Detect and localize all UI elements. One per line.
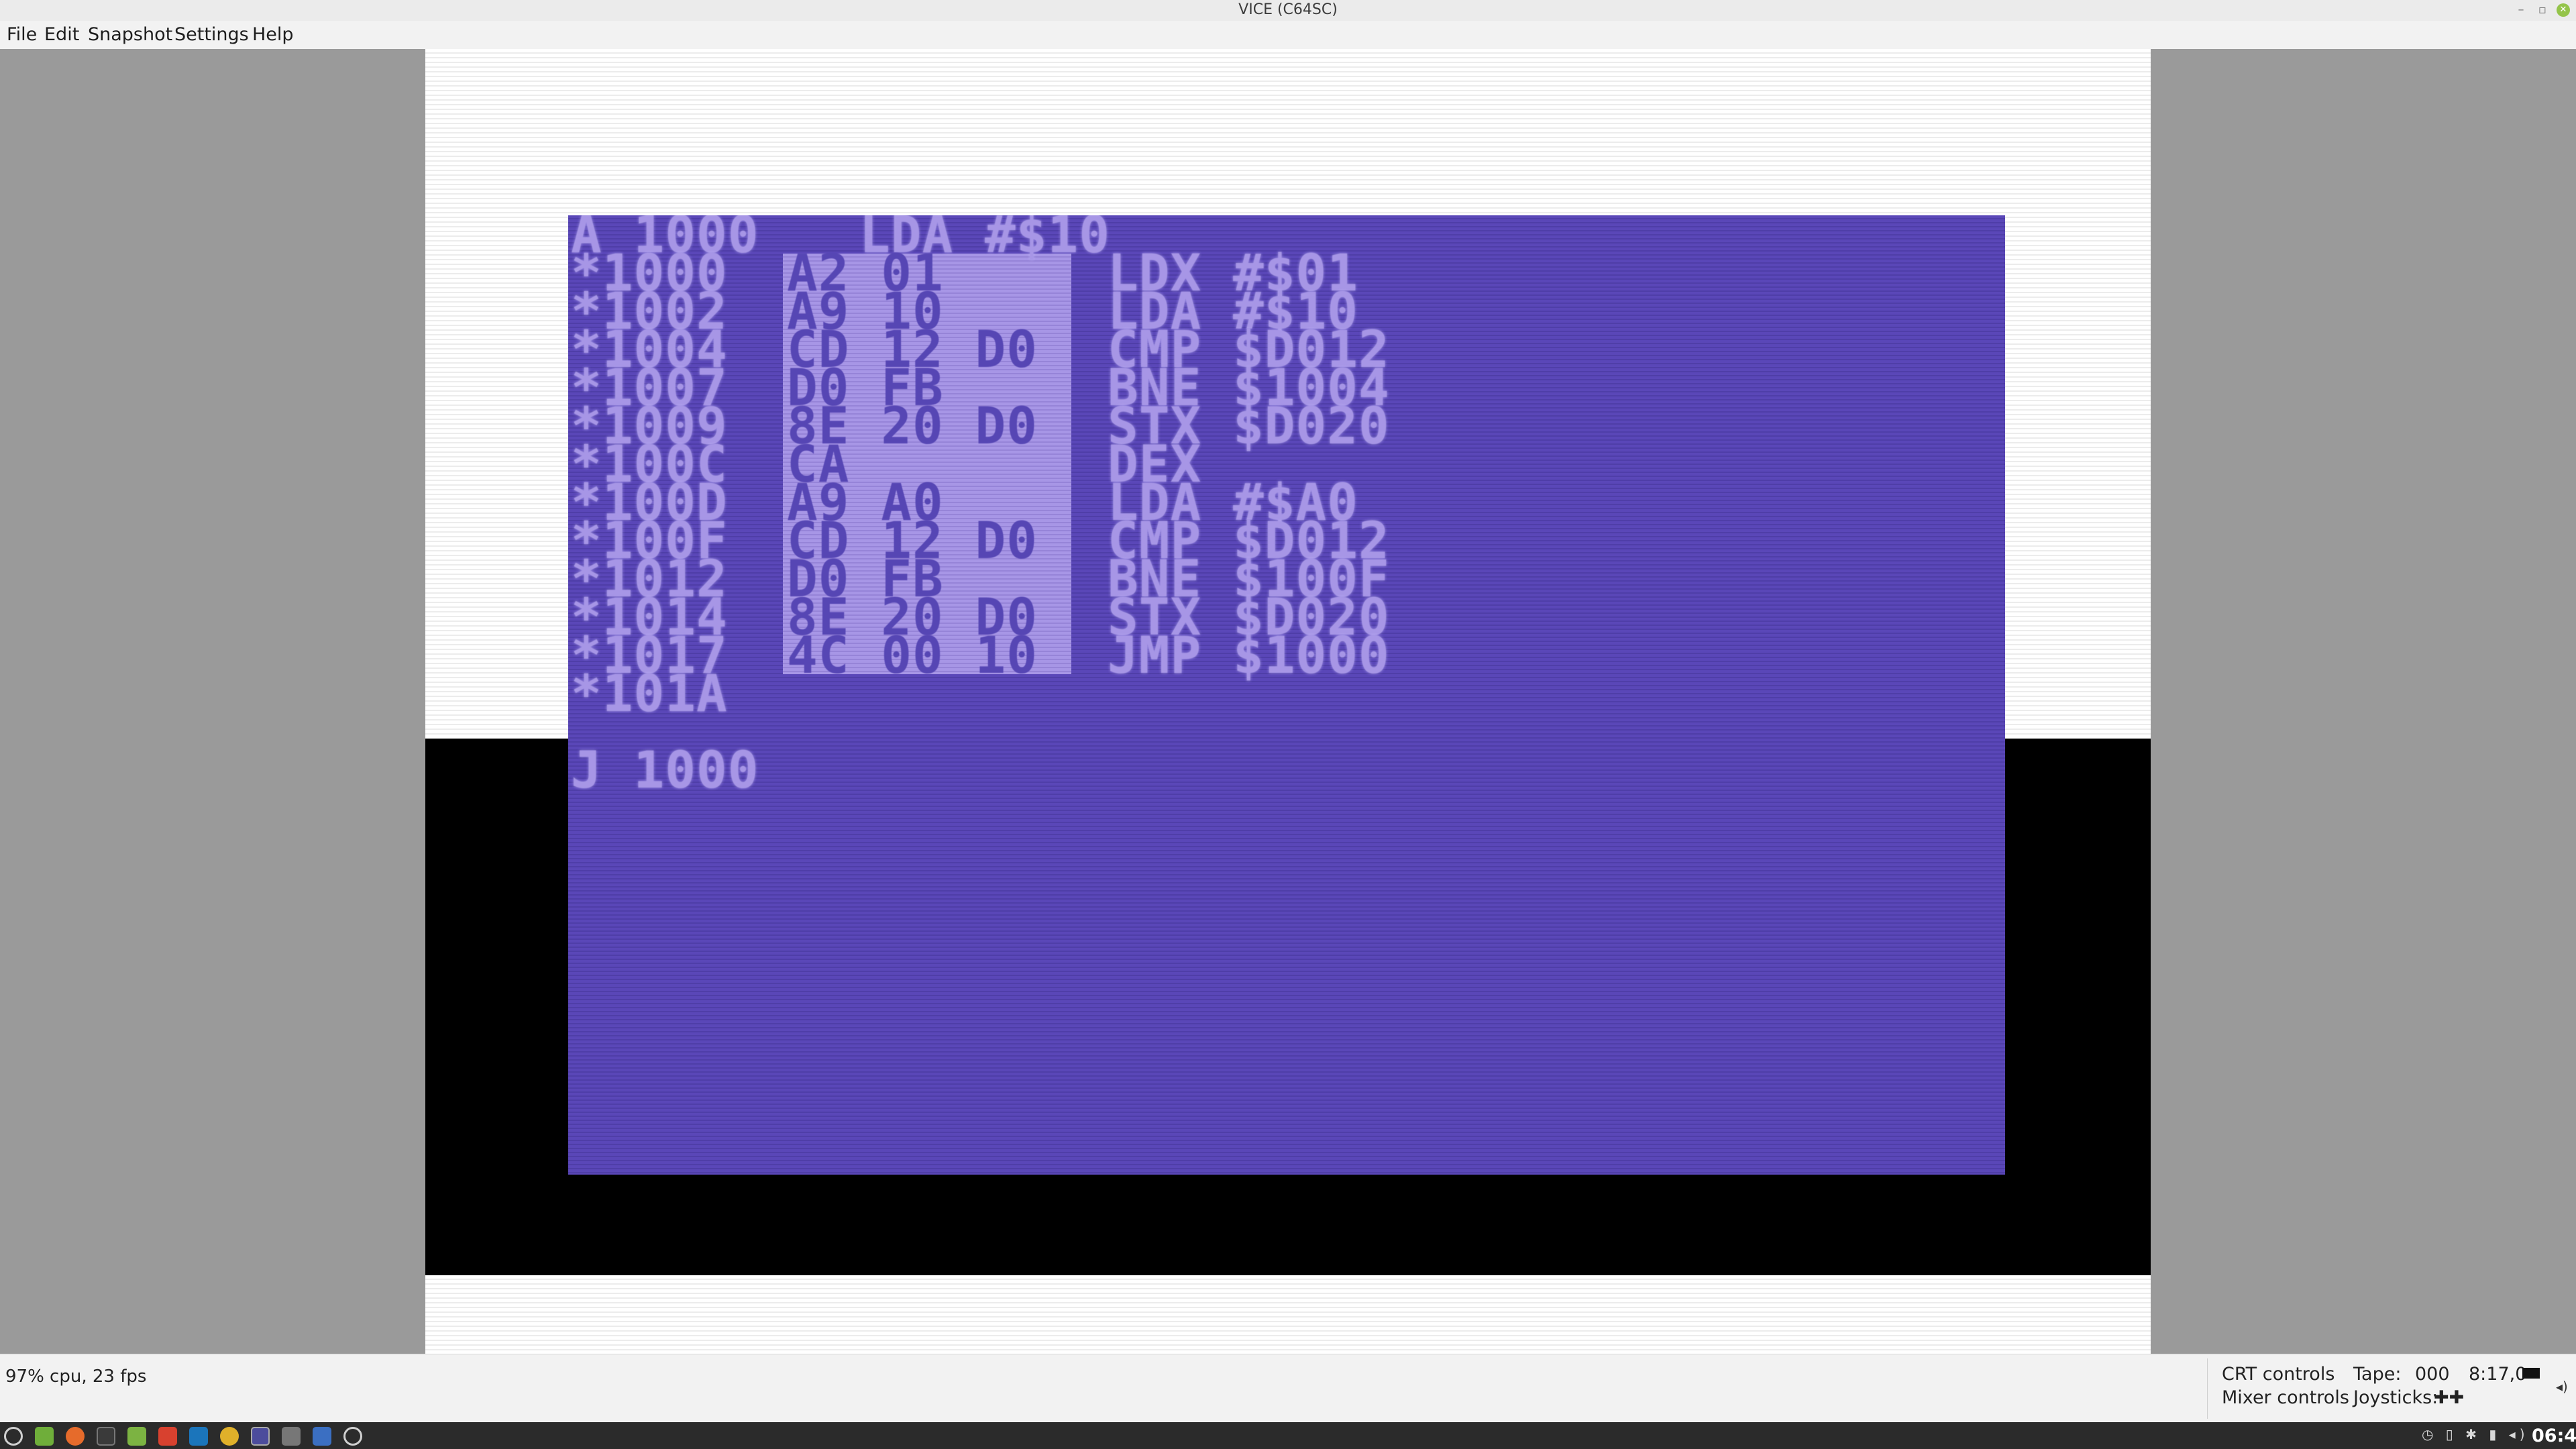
steam-icon[interactable] [189, 1427, 208, 1446]
mixer-controls-button[interactable]: Mixer controls [2222, 1387, 2349, 1408]
line-address: J 1000 [571, 740, 759, 800]
vice-icon[interactable] [251, 1427, 270, 1446]
line-address: *101A [571, 663, 728, 723]
files-icon[interactable] [35, 1427, 54, 1446]
joysticks-label: Joysticks: [2353, 1387, 2438, 1408]
window-list-icon[interactable] [282, 1427, 301, 1446]
firefox-icon[interactable] [66, 1427, 85, 1446]
drive-led-icon [2522, 1368, 2540, 1379]
menu-bar: File Edit Snapshot Settings Help [0, 21, 2576, 49]
line-bytes: 4C 00 10 [787, 625, 1038, 685]
joystick-icon[interactable]: ✚✚ [2434, 1387, 2464, 1408]
c64-text-screen: A 1000 LDA #$10 *1000 A2 01 LDX #$01 *1002 A9 … [568, 215, 2005, 1175]
app-icon[interactable] [158, 1427, 177, 1446]
menu-snapshot[interactable]: Snapshot [88, 21, 172, 49]
maximize-button[interactable]: ▫ [2535, 3, 2550, 17]
close-button[interactable]: ✕ [2557, 3, 2570, 17]
chrome-icon[interactable] [220, 1427, 239, 1446]
editor-icon[interactable] [313, 1427, 331, 1446]
window-title: VICE (C64SC) [1238, 1, 1338, 18]
emulator-viewport[interactable]: A 1000 LDA #$10 *1000 A2 01 LDX #$01 *1002 A9 … [0, 49, 2576, 1354]
status-divider [2207, 1358, 2208, 1419]
terminal-icon[interactable] [97, 1427, 115, 1446]
menu-settings[interactable]: Settings [174, 21, 249, 49]
folder-icon[interactable] [127, 1427, 146, 1446]
line-instruction: JMP $1000 [1108, 625, 1390, 685]
emulator-screen[interactable]: A 1000 LDA #$10 *1000 A2 01 LDX #$01 *1002 A9 … [425, 49, 2151, 1354]
screen-border-bottom [425, 1275, 2151, 1354]
title-bar: VICE (C64SC) – ▫ ✕ [0, 0, 2576, 21]
tape-time: 8:17,0 [2469, 1364, 2527, 1385]
taskbar: ◷ ▯ ✱ ▮ ◂) 06:45 [0, 1422, 2576, 1449]
crt-controls-button[interactable]: CRT controls [2222, 1364, 2334, 1385]
performance-readout: 97% cpu, 23 fps [5, 1366, 147, 1387]
tape-label: Tape: [2353, 1364, 2402, 1385]
menu-file[interactable]: File [7, 21, 37, 49]
obs-icon[interactable] [343, 1427, 362, 1446]
status-bar: 97% cpu, 23 fps CRT controls Mixer contr… [0, 1354, 2576, 1422]
menu-help[interactable]: Help [252, 21, 294, 49]
minimize-button[interactable]: – [2514, 3, 2528, 17]
menu-edit[interactable]: Edit [44, 21, 79, 49]
system-tray-icons[interactable]: ◷ ▯ ✱ ▮ ◂) [2422, 1426, 2529, 1442]
volume-icon[interactable]: ◂) [2556, 1379, 2568, 1395]
clock: 06:45 [2532, 1426, 2576, 1446]
start-menu-icon[interactable] [4, 1427, 23, 1446]
tape-counter: 000 [2415, 1364, 2450, 1385]
